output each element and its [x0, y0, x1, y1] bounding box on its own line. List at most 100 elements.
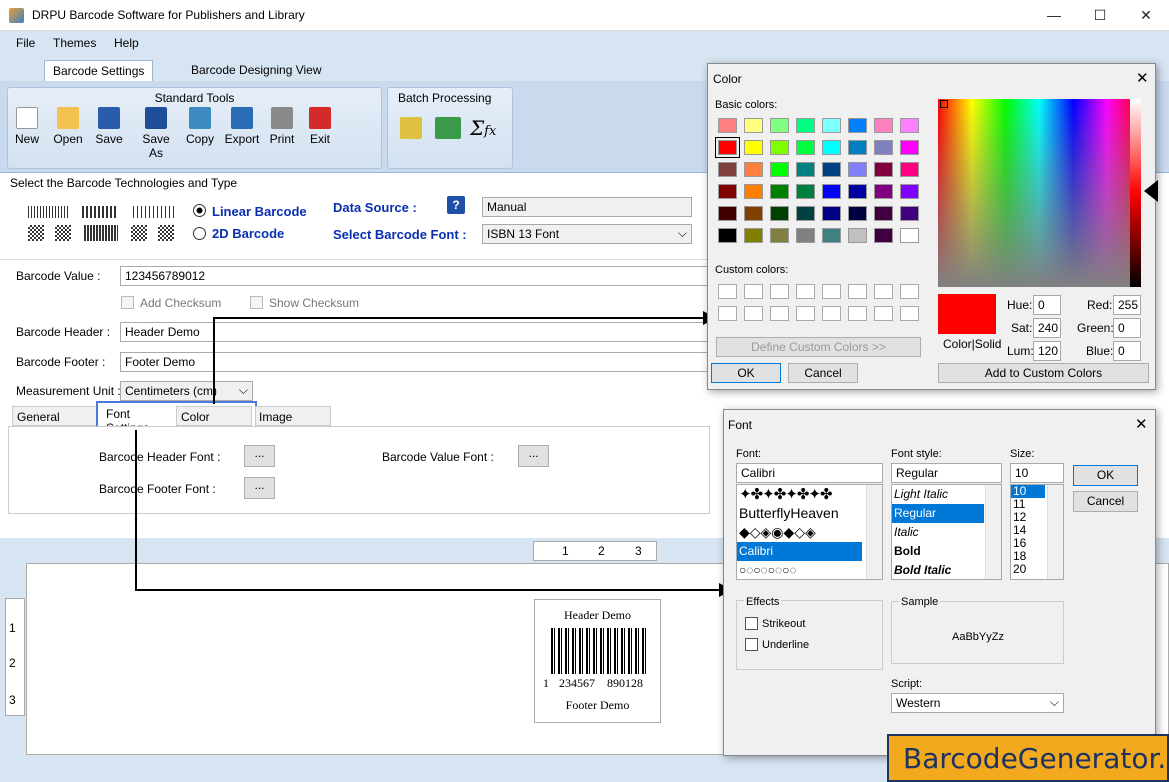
basic-color-swatch[interactable]: [796, 140, 815, 155]
basic-color-swatch[interactable]: [822, 184, 841, 199]
basic-color-swatch[interactable]: [718, 184, 737, 199]
basic-color-swatch[interactable]: [900, 140, 919, 155]
font-ok-button[interactable]: OK: [1073, 465, 1138, 486]
custom-color-swatch[interactable]: [770, 284, 789, 299]
basic-color-swatch[interactable]: [718, 118, 737, 133]
style-regular[interactable]: Regular: [892, 504, 984, 523]
font-input[interactable]: Calibri: [736, 463, 883, 483]
font-dialog-close-icon[interactable]: ✕: [1135, 415, 1148, 433]
lum-input[interactable]: 120: [1033, 341, 1061, 361]
size-input[interactable]: 10: [1010, 463, 1064, 483]
font-list-scrollbar[interactable]: [866, 485, 882, 579]
basic-color-swatch[interactable]: [796, 206, 815, 221]
custom-color-swatch[interactable]: [848, 306, 867, 321]
basic-color-swatch[interactable]: [848, 118, 867, 133]
font-style-scrollbar[interactable]: [985, 485, 1001, 579]
basic-color-swatch[interactable]: [718, 206, 737, 221]
color-spectrum[interactable]: [938, 99, 1141, 287]
basic-color-swatch[interactable]: [796, 162, 815, 177]
basic-color-swatch[interactable]: [900, 118, 919, 133]
custom-color-swatch[interactable]: [900, 306, 919, 321]
font-list-item-butterfly[interactable]: ButterflyHeaven: [737, 504, 882, 523]
basic-color-swatch[interactable]: [874, 118, 893, 133]
color-preview: [938, 294, 996, 334]
font-list-item-symbol-2[interactable]: ◆◇◈◉◆◇◈: [737, 523, 882, 542]
basic-color-swatch[interactable]: [744, 184, 763, 199]
basic-color-swatch[interactable]: [874, 184, 893, 199]
basic-color-swatch[interactable]: [744, 162, 763, 177]
add-to-custom-colors-button[interactable]: Add to Custom Colors: [938, 363, 1149, 383]
custom-color-swatch[interactable]: [874, 284, 893, 299]
custom-color-swatch[interactable]: [744, 306, 763, 321]
basic-color-swatch[interactable]: [770, 162, 789, 177]
basic-color-swatch[interactable]: [848, 162, 867, 177]
basic-color-swatch[interactable]: [900, 162, 919, 177]
basic-color-swatch[interactable]: [874, 206, 893, 221]
basic-color-swatch[interactable]: [822, 118, 841, 133]
custom-color-swatch[interactable]: [796, 306, 815, 321]
red-input[interactable]: 255: [1113, 295, 1141, 315]
script-select[interactable]: Western ⌵: [891, 693, 1064, 713]
custom-color-swatch[interactable]: [822, 306, 841, 321]
basic-color-swatch[interactable]: [770, 184, 789, 199]
basic-color-swatch[interactable]: [796, 184, 815, 199]
sample-text: AaBbYyZz: [952, 631, 1004, 643]
define-custom-colors-button[interactable]: Define Custom Colors >>: [716, 337, 921, 357]
basic-color-swatch[interactable]: [822, 206, 841, 221]
custom-color-swatch[interactable]: [770, 306, 789, 321]
basic-color-swatch[interactable]: [822, 228, 841, 243]
basic-color-swatch[interactable]: [744, 206, 763, 221]
custom-color-swatch[interactable]: [718, 306, 737, 321]
custom-color-swatch[interactable]: [900, 284, 919, 299]
basic-color-swatch[interactable]: [744, 228, 763, 243]
font-list-item-symbol-3[interactable]: ○◌○◌○◌○◌: [737, 561, 882, 579]
basic-color-swatch[interactable]: [848, 206, 867, 221]
color-dialog-close-icon[interactable]: ✕: [1136, 69, 1149, 87]
basic-color-swatch[interactable]: [796, 228, 815, 243]
font-list-item-calibri[interactable]: Calibri: [737, 542, 862, 561]
font-style-input[interactable]: Regular: [891, 463, 1002, 483]
basic-color-swatch[interactable]: [744, 118, 763, 133]
blue-input[interactable]: 0: [1113, 341, 1141, 361]
custom-color-swatch[interactable]: [718, 284, 737, 299]
basic-color-swatch[interactable]: [900, 184, 919, 199]
basic-color-swatch[interactable]: [848, 228, 867, 243]
basic-color-swatch[interactable]: [718, 162, 737, 177]
font-list-item-symbol-1[interactable]: ✦✤✦✤✦✤✦✤: [737, 485, 882, 504]
basic-color-swatch[interactable]: [822, 162, 841, 177]
strikeout-checkbox[interactable]: [745, 617, 758, 630]
luminance-bar[interactable]: [1130, 99, 1141, 287]
sat-input[interactable]: 240: [1033, 318, 1061, 338]
custom-color-swatch[interactable]: [874, 306, 893, 321]
basic-color-swatch[interactable]: [874, 228, 893, 243]
custom-color-swatch[interactable]: [796, 284, 815, 299]
basic-color-swatch[interactable]: [848, 184, 867, 199]
basic-color-swatch[interactable]: [874, 162, 893, 177]
color-ok-button[interactable]: OK: [711, 363, 781, 383]
lum-label: Lum:: [1007, 344, 1034, 358]
basic-color-swatch[interactable]: [770, 228, 789, 243]
color-cancel-button[interactable]: Cancel: [788, 363, 858, 383]
custom-color-swatch[interactable]: [744, 284, 763, 299]
basic-color-swatch[interactable]: [900, 206, 919, 221]
custom-color-swatch[interactable]: [848, 284, 867, 299]
luminance-pointer[interactable]: [1144, 180, 1158, 202]
basic-color-swatch[interactable]: [715, 137, 740, 158]
basic-color-swatch[interactable]: [770, 118, 789, 133]
basic-color-swatch[interactable]: [822, 140, 841, 155]
basic-color-swatch[interactable]: [718, 228, 737, 243]
effects-label: Effects: [744, 596, 782, 608]
green-input[interactable]: 0: [1113, 318, 1141, 338]
basic-color-swatch[interactable]: [874, 140, 893, 155]
font-cancel-button[interactable]: Cancel: [1073, 491, 1138, 512]
basic-color-swatch[interactable]: [848, 140, 867, 155]
underline-checkbox[interactable]: [745, 638, 758, 651]
basic-color-swatch[interactable]: [796, 118, 815, 133]
basic-color-swatch[interactable]: [900, 228, 919, 243]
size-scrollbar[interactable]: [1047, 485, 1063, 579]
basic-color-swatch[interactable]: [770, 140, 789, 155]
custom-color-swatch[interactable]: [822, 284, 841, 299]
basic-color-swatch[interactable]: [770, 206, 789, 221]
basic-color-swatch[interactable]: [744, 140, 763, 155]
hue-input[interactable]: 0: [1033, 295, 1061, 315]
